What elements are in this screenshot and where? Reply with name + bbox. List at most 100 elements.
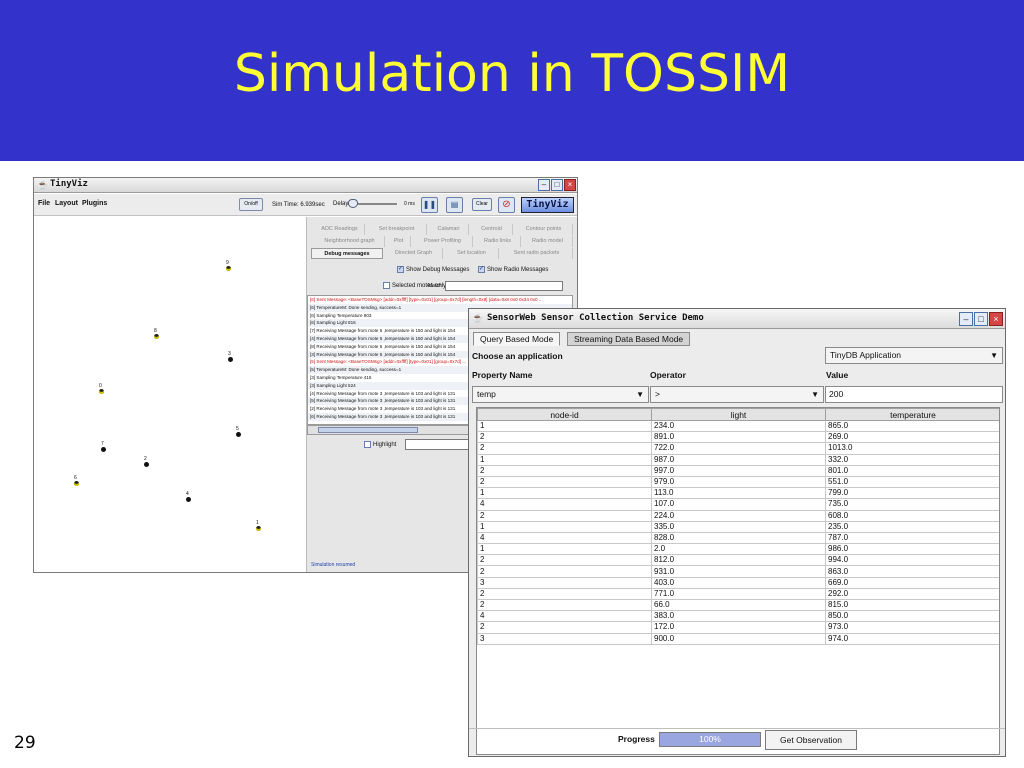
cell-node-id: 2 [477,509,652,522]
cell-temperature: 235.0 [825,520,999,533]
cell-light: 66.0 [651,598,826,612]
slide-number: 29 [14,733,36,753]
clear-button[interactable]: Clear [472,198,492,211]
property-name-label: Property Name [472,370,533,380]
mote[interactable] [236,432,241,437]
mote[interactable] [226,266,231,271]
mote[interactable] [228,357,233,362]
pause-icon[interactable]: ❚❚ [421,197,438,213]
cell-node-id: 1 [477,520,652,533]
maximize-icon[interactable]: □ [551,179,563,191]
table-row[interactable]: 2 224.0 608.0 [477,509,999,522]
minimize-icon[interactable]: – [959,312,973,326]
mote-canvas[interactable]: 9 8 3 0 5 7 2 6 4 1 [34,217,306,572]
mote[interactable] [256,526,261,531]
show-debug-checkbox[interactable] [397,265,404,273]
tinyviz-titlebar[interactable]: ☕ TinyViz – □ × [34,178,577,193]
close-icon[interactable]: × [989,312,1003,326]
table-row[interactable]: 2 771.0 292.0 [477,587,999,601]
table-row[interactable]: 4 383.0 850.0 [477,610,999,623]
table-row[interactable]: 2 997.0 801.0 [477,464,999,477]
table-row[interactable]: 2 172.0 973.0 [477,621,999,634]
plugin-tab-contour-points[interactable]: Contour points [515,224,573,235]
column-header-temperature[interactable]: temperature [825,408,999,421]
cell-node-id: 4 [477,610,652,623]
table-row[interactable]: 2 66.0 815.0 [477,598,999,612]
cell-temperature: 551.0 [825,475,999,489]
application-select[interactable]: TinyDB Application ▼ [825,347,1003,364]
operator-select[interactable]: > ▼ [650,386,824,403]
mote[interactable] [101,447,106,452]
tab-query-based-mode[interactable]: Query Based Mode [473,332,561,346]
cell-node-id: 2 [477,431,652,444]
cell-node-id: 2 [477,464,652,477]
table-row[interactable]: 2 722.0 1013.0 [477,442,999,455]
close-icon[interactable]: × [564,179,576,191]
mote[interactable] [144,462,149,467]
cell-temperature: 973.0 [825,621,999,634]
column-header-light[interactable]: light [651,408,826,421]
table-row[interactable]: 3 900.0 974.0 [477,632,999,645]
plugin-tab-set-location[interactable]: Set location [445,248,499,259]
table-row[interactable]: 4 107.0 735.0 [477,498,999,511]
cell-temperature: 863.0 [825,565,999,578]
plugin-tab-set-breakpoint[interactable]: Set breakpoint [367,224,427,235]
mote[interactable] [154,334,159,339]
plugin-tab-sent-radio-packets[interactable]: Sent radio packets [501,248,573,259]
table-row[interactable]: 4 828.0 787.0 [477,531,999,545]
slider-knob[interactable] [348,199,358,208]
cell-light: 172.0 [651,621,826,634]
menu-layout[interactable]: Layout [55,200,78,207]
show-radio-checkbox[interactable] [478,265,485,273]
table-row[interactable]: 1 113.0 799.0 [477,487,999,500]
table-row[interactable]: 2 891.0 269.0 [477,431,999,444]
plugin-tab-radio-links[interactable]: Radio links [475,236,521,247]
plugin-tab-calamari[interactable]: Calamari [429,224,469,235]
plugin-tab-power-profiling[interactable]: Power Profiling [413,236,473,247]
table-row[interactable]: 2 812.0 994.0 [477,554,999,567]
cell-node-id: 3 [477,576,652,589]
menu-file[interactable]: File [38,200,50,207]
plugin-tab-adc-readings[interactable]: ADC Readings [315,224,365,235]
grid-icon[interactable]: ▤ [446,197,463,213]
table-row[interactable]: 2 931.0 863.0 [477,565,999,578]
plugin-tab-radio-model[interactable]: Radio model [523,236,573,247]
cell-node-id: 2 [477,554,652,567]
plugin-tab-neighborhood-graph[interactable]: Neighborhood graph [315,236,385,247]
column-header-node-id[interactable]: node-id [477,408,652,421]
sensorweb-titlebar[interactable]: ☕ SensorWeb Sensor Collection Service De… [469,309,1005,329]
mote[interactable] [99,389,104,394]
cell-temperature: 850.0 [825,610,999,623]
property-select[interactable]: temp ▼ [472,386,649,403]
plugin-tab-plot[interactable]: Plot [387,236,411,247]
plugin-tab-directed-graph[interactable]: Directed Graph [385,248,443,259]
table-row[interactable]: 1 234.0 865.0 [477,419,999,433]
tinyviz-logo: TinyViz [521,197,574,213]
cell-temperature: 735.0 [825,498,999,511]
highlight-checkbox[interactable] [364,441,371,448]
get-observation-button[interactable]: Get Observation [765,730,857,750]
menu-plugins[interactable]: Plugins [82,200,107,207]
plugin-tab-debug-messages[interactable]: Debug messages [311,248,383,259]
delay-slider[interactable] [347,199,397,209]
table-row[interactable]: 1 987.0 332.0 [477,453,999,466]
value-input[interactable]: 200 [825,386,1003,403]
cell-light: 403.0 [651,576,826,589]
results-table[interactable]: node-id light temperature 1 234.0 865.0 28… [476,407,1000,755]
table-row[interactable]: 1 2.0 986.0 [477,543,999,556]
table-row[interactable]: 1 335.0 235.0 [477,520,999,533]
maximize-icon[interactable]: □ [974,312,988,326]
mote[interactable] [186,497,191,502]
selected-motes-checkbox[interactable] [383,282,390,289]
tab-streaming-data-based-mode[interactable]: Streaming Data Based Mode [567,332,691,346]
table-row[interactable]: 2 979.0 551.0 [477,475,999,489]
slide: Simulation in TOSSIM 29 ☕ TinyViz – □ × … [0,0,1024,768]
table-row[interactable]: 3 403.0 669.0 [477,576,999,589]
mote[interactable] [74,481,79,486]
plugin-tab-centroid[interactable]: Centroid [471,224,513,235]
minimize-icon[interactable]: – [538,179,550,191]
stop-icon[interactable]: ⊘ [498,197,515,213]
match-input[interactable] [445,281,563,291]
onoff-button[interactable]: On/off [239,198,263,211]
scrollbar-thumb[interactable] [318,427,418,433]
